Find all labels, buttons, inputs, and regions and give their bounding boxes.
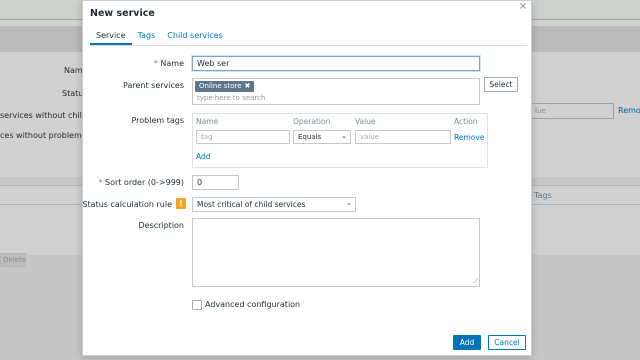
required-marker: * — [98, 178, 103, 187]
problem-tags-label: Problem tags — [131, 116, 184, 125]
col-header-name: Name — [196, 117, 219, 126]
status-calc-select[interactable]: Most critical of child services ⌄ — [192, 197, 356, 212]
tabs-divider — [90, 45, 527, 46]
status-calc-value: Most critical of child services — [197, 200, 306, 209]
parent-services-multiselect[interactable]: Online store ✖ type here to search — [192, 78, 480, 105]
dialog-tabs: Service Tags Child services — [90, 28, 229, 45]
col-header-action: Action — [454, 117, 478, 126]
tab-service[interactable]: Service — [90, 28, 132, 45]
col-header-value: Value — [355, 117, 376, 126]
advanced-config-label[interactable]: Advanced configuration — [205, 300, 300, 309]
resize-handle-icon[interactable]: ⟋ — [473, 277, 478, 286]
operation-select[interactable]: Equals ⌄ — [293, 130, 351, 144]
tab-tags[interactable]: Tags — [132, 28, 162, 45]
advanced-config-checkbox[interactable] — [192, 300, 202, 310]
close-icon[interactable]: × — [519, 1, 527, 12]
tab-child-services[interactable]: Child services — [161, 28, 229, 45]
warning-icon[interactable]: ! — [176, 198, 186, 209]
name-input[interactable]: Web ser — [192, 56, 480, 71]
required-marker: * — [153, 59, 158, 68]
selected-service-pill: Online store ✖ — [195, 81, 255, 92]
dialog-title: New service — [90, 8, 155, 19]
tag-name-input[interactable]: tag — [196, 130, 290, 144]
sort-order-label: * Sort order (0->999) — [98, 178, 184, 187]
description-label: Description — [138, 221, 184, 230]
sort-order-label-text: Sort order (0->999) — [104, 178, 184, 187]
selected-service-label: Online store — [199, 82, 242, 90]
remove-tag-link[interactable]: Remove — [454, 133, 484, 142]
sort-order-input[interactable]: 0 — [192, 175, 239, 190]
name-label-text: Name — [160, 59, 184, 68]
select-button[interactable]: Select — [484, 77, 518, 92]
remove-pill-icon[interactable]: ✖ — [245, 82, 251, 90]
chevron-down-icon: ⌄ — [341, 132, 347, 140]
operation-value: Equals — [298, 133, 322, 141]
name-label: * Name — [154, 59, 184, 68]
problem-tags-table: Name Operation Value Action tag Equals ⌄… — [192, 113, 488, 168]
col-header-operation: Operation — [293, 117, 331, 126]
new-service-dialog: New service × Service Tags Child service… — [82, 0, 532, 356]
cancel-button[interactable]: Cancel — [488, 335, 526, 350]
add-button[interactable]: Add — [453, 335, 481, 350]
add-tag-link[interactable]: Add — [196, 152, 211, 161]
description-textarea[interactable]: ⟋ — [192, 218, 480, 287]
parent-services-search-placeholder[interactable]: type here to search — [197, 94, 265, 102]
parent-services-label: Parent services — [123, 81, 184, 90]
status-calc-label: Status calculation rule — [82, 200, 172, 209]
tag-value-input[interactable]: value — [355, 130, 451, 144]
chevron-down-icon: ⌄ — [346, 199, 352, 207]
